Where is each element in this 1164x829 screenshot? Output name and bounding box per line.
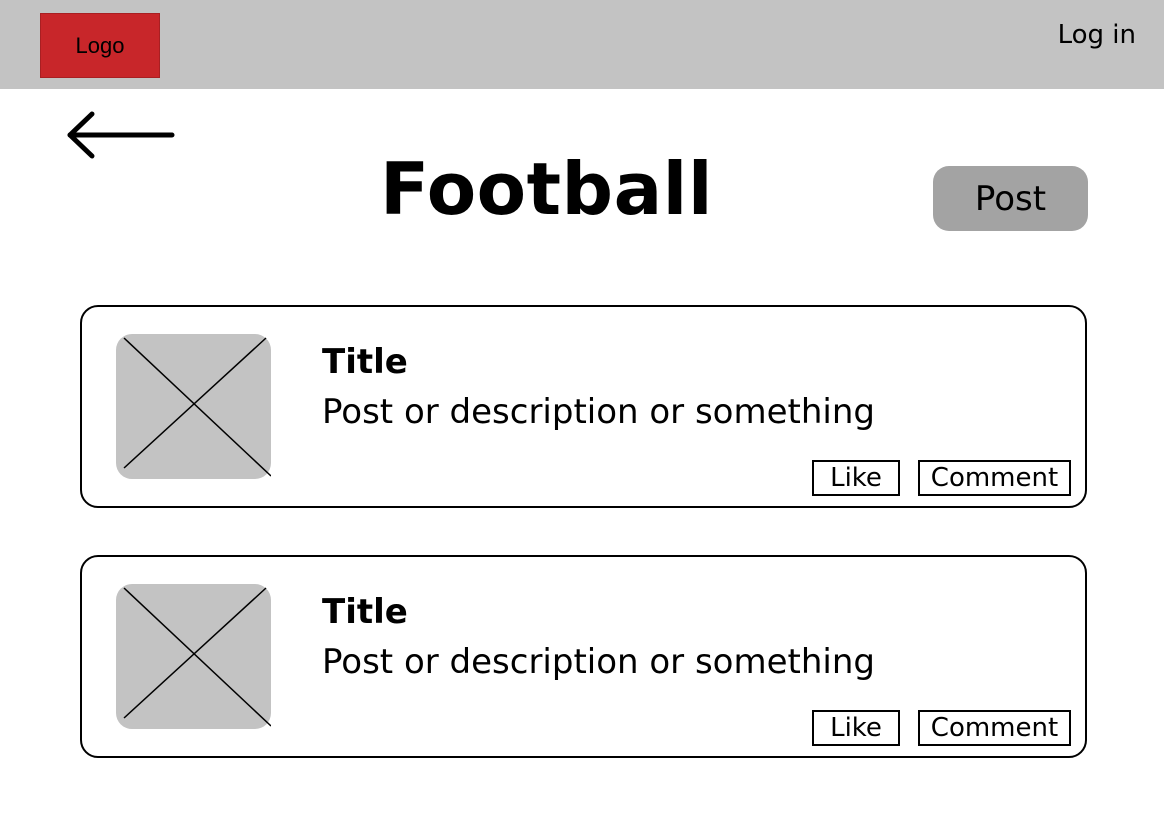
post-card: Title Post or description or something L… <box>80 555 1087 758</box>
comment-button[interactable]: Comment <box>918 710 1071 746</box>
image-placeholder-icon <box>116 334 271 479</box>
logo[interactable]: Logo <box>40 13 160 78</box>
post-description: Post or description or something <box>322 392 875 432</box>
comment-button[interactable]: Comment <box>918 460 1071 496</box>
post-title: Title <box>322 592 408 632</box>
like-button[interactable]: Like <box>812 460 900 496</box>
top-bar: Logo Log in <box>0 0 1164 89</box>
image-placeholder-icon <box>116 584 271 729</box>
post-card: Title Post or description or something L… <box>80 305 1087 508</box>
like-button[interactable]: Like <box>812 710 900 746</box>
post-title: Title <box>322 342 408 382</box>
post-description: Post or description or something <box>322 642 875 682</box>
post-button[interactable]: Post <box>933 166 1088 231</box>
login-link[interactable]: Log in <box>1058 20 1136 50</box>
page-title: Football <box>379 147 714 231</box>
